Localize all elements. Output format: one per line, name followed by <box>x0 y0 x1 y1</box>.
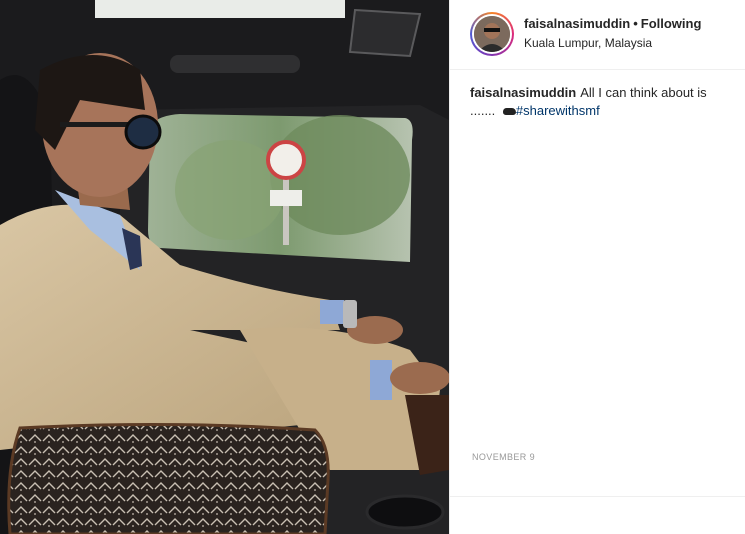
avatar-illustration <box>474 16 510 52</box>
post-date: NOVEMBER 9 <box>472 452 536 462</box>
following-button[interactable]: Following <box>641 16 702 31</box>
avatar-frame <box>472 14 512 54</box>
post-footer: NOVEMBER 9 <box>450 452 745 534</box>
hashtag-link[interactable]: #sharewithsmf <box>516 103 600 118</box>
avatar[interactable] <box>470 12 514 56</box>
header-text: faisalnasimuddin • Following Kuala Lumpur,… <box>524 16 701 51</box>
location-link[interactable]: Kuala Lumpur, Malaysia <box>524 35 701 51</box>
post-viewer: faisalnasimuddin • Following Kuala Lumpur,… <box>0 0 745 534</box>
caption-username-link[interactable]: faisalnasimuddin <box>470 85 576 100</box>
post-header: faisalnasimuddin • Following Kuala Lumpur,… <box>450 0 745 70</box>
photo-illustration <box>0 0 449 534</box>
post-photo[interactable] <box>0 0 449 534</box>
avatar-image <box>474 16 510 52</box>
separator-dot: • <box>633 16 638 31</box>
username-link[interactable]: faisalnasimuddin <box>524 16 630 31</box>
post-side-panel: faisalnasimuddin • Following Kuala Lumpur,… <box>449 0 745 534</box>
header-row: faisalnasimuddin • Following <box>524 16 701 32</box>
cloud-icon <box>502 108 516 116</box>
post-caption: faisalnasimuddin All I can think about is… <box>450 70 745 120</box>
